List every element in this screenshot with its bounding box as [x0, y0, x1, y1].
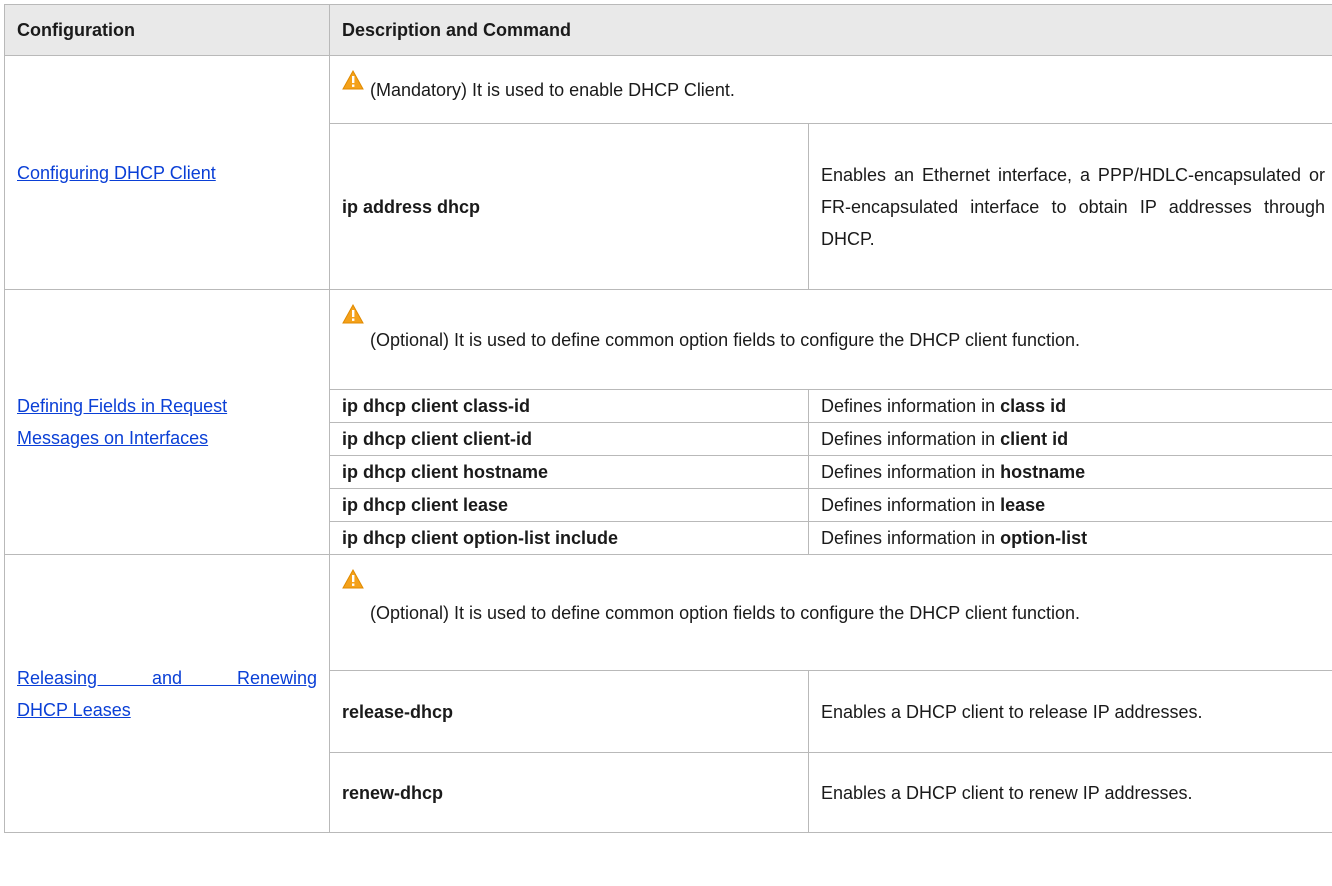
config-cell: Defining Fields in Request Messages on In… — [4, 289, 330, 555]
note-cell: (Mandatory) It is used to enable DHCP Cl… — [329, 55, 1332, 124]
command-cell: ip dhcp client option-list include — [329, 521, 809, 555]
description-cell: Defines information in client id — [808, 422, 1332, 456]
config-link-releasing-renewing[interactable]: Releasing and Renewing DHCP Leases — [17, 662, 317, 726]
description-keyword: hostname — [1000, 462, 1086, 482]
description-text: Defines information in — [821, 462, 1001, 482]
header-configuration: Configuration — [4, 4, 330, 56]
config-link-line: Defining Fields in Request — [17, 396, 228, 416]
command-cell: release-dhcp — [329, 670, 809, 753]
description-text: Defines information in — [821, 528, 1001, 548]
description-cell: Enables a DHCP client to release IP addr… — [808, 670, 1332, 753]
description-keyword: lease — [1000, 495, 1046, 515]
config-cell: Configuring DHCP Client — [4, 55, 330, 290]
description-cell: Defines information in lease — [808, 488, 1332, 522]
command-cell: renew-dhcp — [329, 752, 809, 833]
note-row: Releasing and Renewing DHCP Leases (Optio… — [4, 554, 1332, 833]
description-text: Defines information in — [821, 429, 1001, 449]
config-link-line: Releasing and Renewing — [17, 667, 317, 688]
config-link-defining-fields[interactable]: Defining Fields in Request Messages on In… — [17, 396, 227, 448]
warning-icon — [342, 70, 364, 90]
config-cell: Releasing and Renewing DHCP Leases — [4, 554, 330, 833]
note-text: (Optional) It is used to define common o… — [370, 602, 1081, 623]
config-link-line: DHCP Leases — [17, 699, 131, 720]
command-cell: ip dhcp client class-id — [329, 389, 809, 423]
description-keyword: class id — [1000, 396, 1067, 416]
description-cell: Enables an Ethernet interface, a PPP/HDL… — [808, 123, 1332, 290]
note-text: (Optional) It is used to define common o… — [370, 329, 1081, 350]
command-cell: ip address dhcp — [329, 123, 809, 290]
config-link-line: Messages on Interfaces — [17, 428, 209, 448]
warning-icon — [342, 569, 364, 589]
description-text: Defines information in — [821, 495, 1001, 515]
header-description: Description and Command — [329, 4, 1332, 56]
note-cell: (Optional) It is used to define common o… — [329, 554, 1332, 671]
description-keyword: client id — [1000, 429, 1069, 449]
description-cell: Defines information in hostname — [808, 455, 1332, 489]
description-keyword: option-list — [1000, 528, 1088, 548]
note-text: (Mandatory) It is used to enable DHCP Cl… — [370, 79, 735, 100]
description-text: Defines information in — [821, 396, 1001, 416]
description-cell: Defines information in option-list — [808, 521, 1332, 555]
command-cell: ip dhcp client client-id — [329, 422, 809, 456]
table-header-row: Configuration Description and Command — [4, 4, 1332, 56]
command-cell: ip dhcp client hostname — [329, 455, 809, 489]
command-cell: ip dhcp client lease — [329, 488, 809, 522]
note-row: Defining Fields in Request Messages on In… — [4, 289, 1332, 555]
config-link-configuring-dhcp-client[interactable]: Configuring DHCP Client — [17, 163, 216, 183]
description-cell: Defines information in class id — [808, 389, 1332, 423]
warning-icon — [342, 304, 364, 324]
description-cell: Enables a DHCP client to renew IP addres… — [808, 752, 1332, 833]
configuration-table: Configuration Description and Command Co… — [4, 4, 1332, 833]
note-row: Configuring DHCP Client (Mandatory) It i… — [4, 55, 1332, 290]
note-cell: (Optional) It is used to define common o… — [329, 289, 1332, 390]
